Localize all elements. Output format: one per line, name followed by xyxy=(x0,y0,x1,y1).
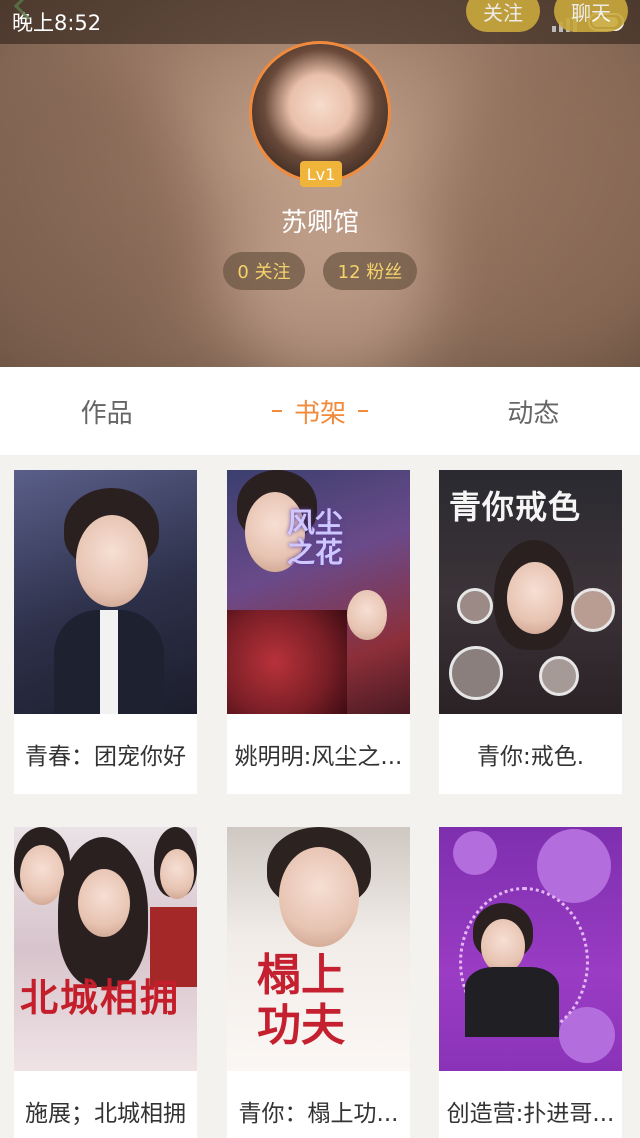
username: 苏卿馆 xyxy=(280,208,359,238)
fans-count[interactable]: 12 粉丝 xyxy=(323,252,417,290)
book-cover: 风尘之花 xyxy=(227,470,410,714)
book-cover: 榻上功夫 xyxy=(227,827,410,1071)
book-cover: 青你戒色 xyxy=(439,470,622,714)
book-title: 青你:戒色. xyxy=(476,744,585,770)
follow-button[interactable]: 关注 xyxy=(466,0,540,32)
bookshelf-grid: 青春：团宠你好 风尘之花 姚明明:风尘之... 青你戒色 青你:戒色. 北城相拥… xyxy=(0,455,640,1138)
book-title: 青你：榻上功... xyxy=(238,1101,399,1127)
status-bar: 晚上8:52 关注 聊天 xyxy=(0,0,640,44)
book-card[interactable]: 青春：团宠你好 xyxy=(14,470,197,794)
book-cover: 北城相拥 xyxy=(14,827,197,1071)
cover-title: 榻上功夫 xyxy=(257,950,345,1051)
level-badge: Lv1 xyxy=(300,161,342,187)
book-card[interactable]: 北城相拥 施展；北城相拥 xyxy=(14,827,197,1138)
avatar-image xyxy=(252,44,388,180)
tab-works[interactable]: 作品 xyxy=(0,367,213,455)
chat-button[interactable]: 聊天 xyxy=(554,0,628,32)
book-cover xyxy=(439,827,622,1071)
tab-bookshelf[interactable]: 书架 xyxy=(213,367,426,455)
following-count[interactable]: 0 关注 xyxy=(223,252,305,290)
book-card[interactable]: 榻上功夫 青你：榻上功... xyxy=(227,827,410,1138)
profile-tabs: 作品 书架 动态 xyxy=(0,367,640,455)
profile-header: 晚上8:52 关注 聊天 Lv1 苏卿馆 0 关注 12 粉丝 xyxy=(0,0,640,367)
cover-title: 青你戒色 xyxy=(449,488,582,526)
cover-title: 风尘之花 xyxy=(287,506,344,569)
tab-activity[interactable]: 动态 xyxy=(427,367,640,455)
book-title: 青春：团宠你好 xyxy=(25,744,186,770)
book-title: 姚明明:风尘之... xyxy=(234,744,403,770)
book-title: 施展；北城相拥 xyxy=(25,1101,186,1127)
book-card[interactable]: 青你戒色 青你:戒色. xyxy=(439,470,622,794)
book-title: 创造营:扑进哥... xyxy=(446,1101,615,1127)
cover-title: 北城相拥 xyxy=(20,975,181,1020)
book-card[interactable]: 创造营:扑进哥... xyxy=(439,827,622,1138)
book-card[interactable]: 风尘之花 姚明明:风尘之... xyxy=(227,470,410,794)
book-cover xyxy=(14,470,197,714)
